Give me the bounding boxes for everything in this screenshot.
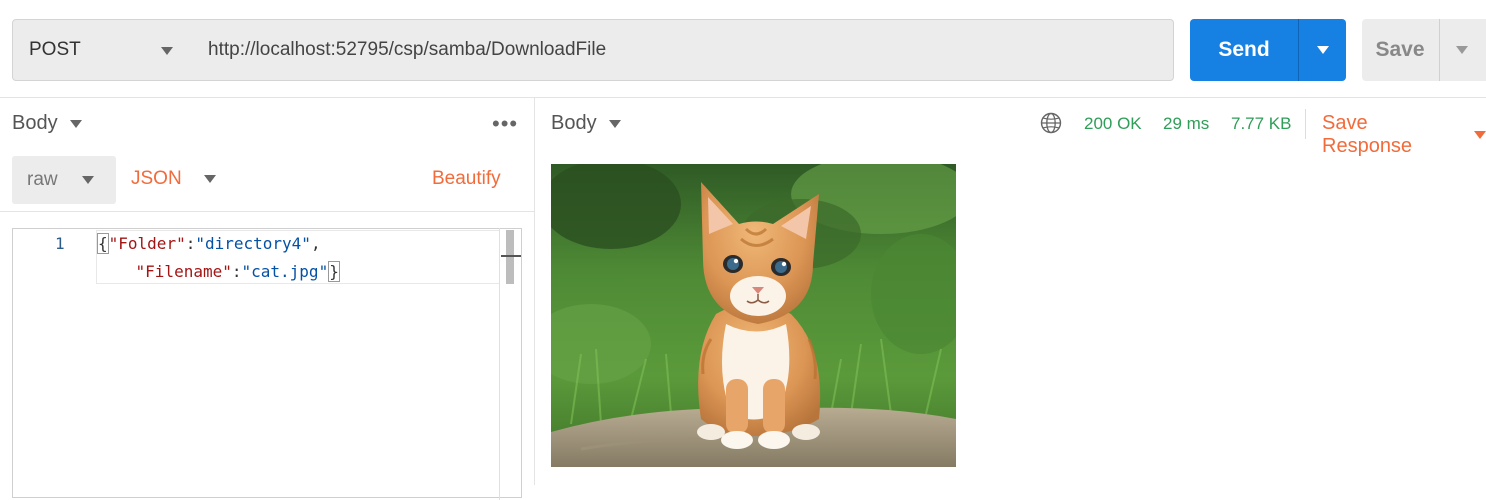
- code-line-2[interactable]: "Filename":"cat.jpg"}: [97, 261, 340, 282]
- code-line-1[interactable]: {"Folder":"directory4",: [97, 233, 321, 254]
- code-editor[interactable]: 1 {"Folder":"directory4", "Filename":"ca…: [12, 228, 522, 500]
- chevron-down-icon: [203, 175, 216, 183]
- globe-icon[interactable]: [1040, 112, 1062, 134]
- save-response-button[interactable]: Save Response: [1322, 112, 1486, 158]
- send-button-group: Send: [1190, 19, 1346, 81]
- close-brace: }: [328, 261, 340, 282]
- beautify-button[interactable]: Beautify: [432, 168, 501, 190]
- json-colon: :: [185, 234, 196, 253]
- toolbar-divider: [0, 97, 1486, 98]
- open-brace: {: [97, 233, 109, 254]
- response-body-tab[interactable]: Body: [551, 112, 621, 135]
- editor-scrollbar[interactable]: [499, 228, 522, 500]
- chevron-down-icon: [82, 176, 94, 184]
- request-body-tab[interactable]: Body: [12, 112, 82, 135]
- method-select[interactable]: POST: [12, 19, 192, 81]
- save-button-group: Save: [1362, 19, 1486, 81]
- send-button[interactable]: Send: [1190, 19, 1298, 81]
- json-value-filename: "cat.jpg": [241, 262, 329, 281]
- body-mode-label: raw: [27, 169, 58, 190]
- chevron-down-icon: [1317, 46, 1329, 54]
- scrollbar-cursor-marker: [501, 255, 521, 257]
- more-options-icon[interactable]: •••: [492, 111, 518, 137]
- scrollbar-thumb[interactable]: [506, 230, 514, 284]
- status-divider: [1305, 109, 1306, 139]
- save-button[interactable]: Save: [1362, 19, 1438, 81]
- chevron-down-icon: [608, 119, 621, 128]
- url-input[interactable]: http://localhost:52795/csp/samba/Downloa…: [191, 19, 1174, 81]
- json-value-folder: "directory4": [195, 234, 311, 253]
- url-text: http://localhost:52795/csp/samba/Downloa…: [208, 39, 607, 60]
- response-body-label: Body: [551, 112, 597, 134]
- json-key-folder: "Folder": [108, 234, 186, 253]
- body-format-label: JSON: [131, 168, 182, 189]
- method-label: POST: [29, 39, 81, 60]
- response-size[interactable]: 7.77 KB: [1231, 114, 1292, 134]
- send-options-button[interactable]: [1299, 19, 1346, 81]
- response-image-preview: [551, 164, 956, 467]
- response-time[interactable]: 29 ms: [1163, 114, 1209, 134]
- line-number: 1: [55, 234, 65, 253]
- pane-divider[interactable]: [534, 98, 535, 485]
- body-format-select[interactable]: JSON: [131, 168, 216, 190]
- body-mode-select[interactable]: raw: [12, 156, 116, 204]
- save-divider: [1439, 19, 1440, 81]
- json-key-filename: "Filename": [135, 262, 232, 281]
- chevron-down-icon: [1474, 131, 1486, 139]
- chevron-down-icon: [161, 47, 173, 55]
- json-colon: :: [231, 262, 242, 281]
- request-body-label: Body: [12, 112, 58, 134]
- status-code[interactable]: 200 OK: [1084, 114, 1142, 134]
- save-options-chevron-icon[interactable]: [1456, 46, 1468, 54]
- save-response-label: Save Response: [1322, 112, 1413, 157]
- json-comma: ,: [310, 234, 321, 253]
- chevron-down-icon: [69, 119, 82, 128]
- body-options-divider: [0, 211, 534, 212]
